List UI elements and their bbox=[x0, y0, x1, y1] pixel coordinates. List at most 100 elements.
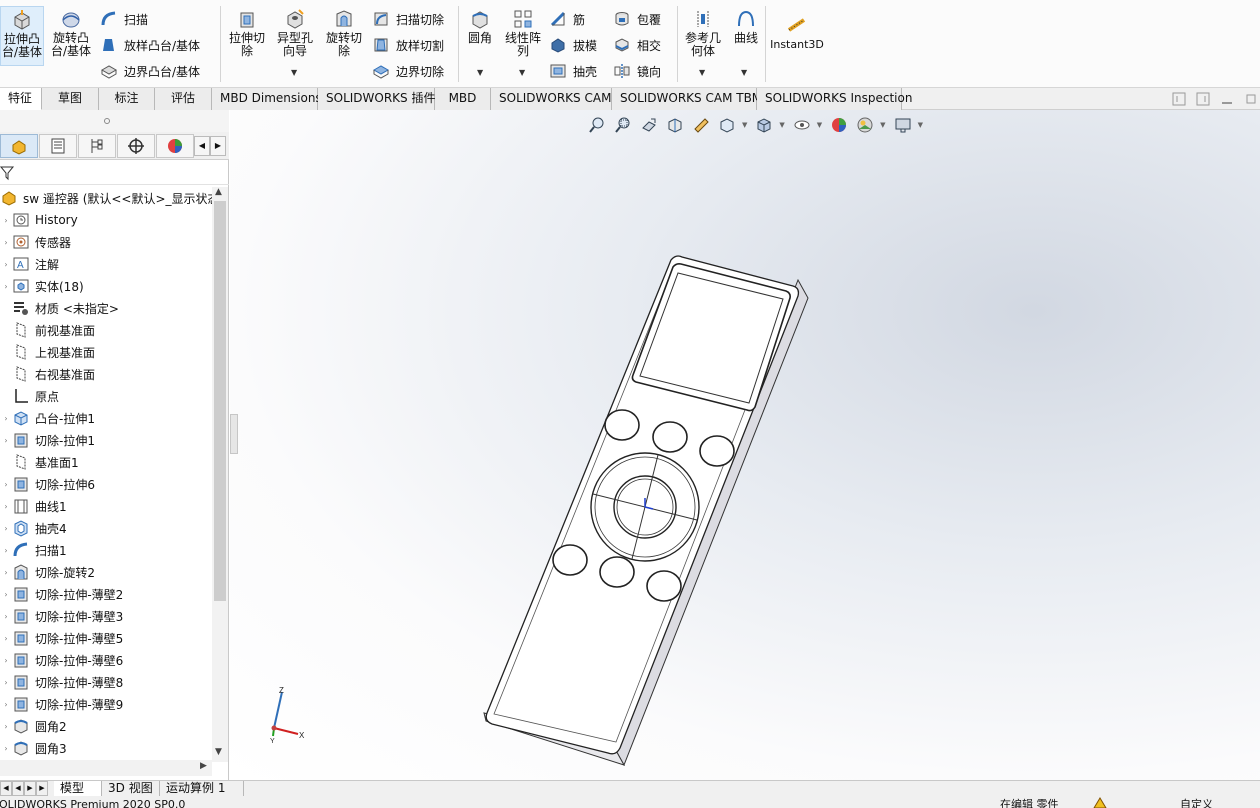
intersect-button[interactable]: 相交 bbox=[613, 34, 661, 56]
expand-arrow-icon[interactable]: › bbox=[0, 282, 12, 291]
expand-arrow-icon[interactable]: › bbox=[0, 744, 12, 753]
tab-scroll-left-icon[interactable]: ◀ bbox=[194, 136, 210, 156]
loft-boss-button[interactable]: 放样凸台/基体 bbox=[100, 34, 200, 56]
extrude-boss-button[interactable]: 拉伸凸 台/基体 bbox=[0, 6, 44, 66]
tree-item-cut-thin2[interactable]: › 切除-拉伸-薄壁2 bbox=[0, 583, 212, 605]
expand-arrow-icon[interactable]: › bbox=[0, 414, 12, 423]
nav-prev-icon[interactable]: ◀ bbox=[12, 781, 24, 796]
reference-geometry-button[interactable]: 参考几 何体 bbox=[681, 8, 725, 58]
tab-solidworks-cam[interactable]: SOLIDWORKS CAM bbox=[491, 88, 612, 110]
tree-horizontal-scrollbar[interactable]: ▶ bbox=[0, 760, 212, 776]
tab-features[interactable]: 特征 bbox=[0, 88, 42, 110]
tree-item-cut-thin9[interactable]: › 切除-拉伸-薄壁9 bbox=[0, 693, 212, 715]
panel-grip[interactable] bbox=[0, 110, 229, 132]
tab-markup[interactable]: 标注 bbox=[99, 88, 155, 110]
boundary-boss-button[interactable]: 边界凸台/基体 bbox=[100, 60, 200, 82]
tree-item-curve1[interactable]: › 曲线1 bbox=[0, 495, 212, 517]
button-top-left[interactable] bbox=[604, 409, 640, 441]
tree-item-right-plane[interactable]: 右视基准面 bbox=[0, 363, 212, 385]
fillet-button[interactable]: 圆角 bbox=[463, 8, 497, 45]
lofted-cut-button[interactable]: 放样切割 bbox=[372, 34, 444, 56]
tree-item-plane1[interactable]: 基准面1 bbox=[0, 451, 212, 473]
tab-solidworks-addins[interactable]: SOLIDWORKS 插件 bbox=[318, 88, 435, 110]
expand-arrow-icon[interactable]: › bbox=[0, 678, 12, 687]
tree-item-cut-thin6[interactable]: › 切除-拉伸-薄壁6 bbox=[0, 649, 212, 671]
scroll-down-icon[interactable]: ▼ bbox=[215, 747, 222, 757]
hole-wizard-dropdown-icon[interactable]: ▼ bbox=[291, 68, 297, 77]
curves-button[interactable]: 曲线 bbox=[729, 8, 763, 45]
rebuild-warning-icon[interactable] bbox=[1093, 797, 1107, 808]
tab-3d-views[interactable]: 3D 视图 bbox=[102, 781, 160, 797]
tree-item-top-plane[interactable]: 上视基准面 bbox=[0, 341, 212, 363]
boundary-cut-button[interactable]: 边界切除 bbox=[372, 60, 444, 82]
tab-configuration-manager[interactable] bbox=[78, 134, 116, 158]
shell-button[interactable]: 抽壳 bbox=[549, 60, 597, 82]
tab-display-manager[interactable] bbox=[156, 134, 194, 158]
mirror-button[interactable]: 镜向 bbox=[613, 60, 661, 82]
tree-vertical-scrollbar[interactable]: ▲ ▼ bbox=[212, 187, 228, 762]
tree-item-sweep1[interactable]: › 扫描1 bbox=[0, 539, 212, 561]
expand-arrow-icon[interactable]: › bbox=[0, 436, 12, 445]
expand-arrow-icon[interactable]: › bbox=[0, 634, 12, 643]
extrude-cut-button[interactable]: 拉伸切 除 bbox=[226, 8, 268, 58]
fillet-dropdown-icon[interactable]: ▼ bbox=[477, 68, 483, 77]
tab-mbd[interactable]: MBD bbox=[435, 88, 491, 110]
expand-arrow-icon[interactable]: › bbox=[0, 590, 12, 599]
tab-solidworks-inspection[interactable]: SOLIDWORKS Inspection bbox=[757, 88, 912, 110]
expand-arrow-icon[interactable]: › bbox=[0, 260, 12, 269]
expand-arrow-icon[interactable]: › bbox=[0, 546, 12, 555]
curves-dropdown-icon[interactable]: ▼ bbox=[741, 68, 747, 77]
tree-item-solid-bodies[interactable]: › 实体(18) bbox=[0, 275, 212, 297]
tree-root[interactable]: sw 遥控器 (默认<<默认>_显示状态 bbox=[0, 187, 212, 209]
expand-arrow-icon[interactable]: › bbox=[0, 502, 12, 511]
tree-item-history[interactable]: › History bbox=[0, 209, 212, 231]
sweep-button[interactable]: 扫描 bbox=[100, 8, 148, 30]
expand-arrow-icon[interactable]: › bbox=[0, 216, 12, 225]
tree-item-annotations[interactable]: › A 注解 bbox=[0, 253, 212, 275]
tree-item-material[interactable]: 材质 <未指定> bbox=[0, 297, 212, 319]
nav-last-icon[interactable]: ▶ bbox=[36, 781, 48, 796]
maximize-icon[interactable] bbox=[1244, 92, 1258, 106]
restore-left-icon[interactable] bbox=[1172, 92, 1186, 106]
scroll-up-icon[interactable]: ▲ bbox=[215, 187, 222, 197]
tree-item-fillet2[interactable]: › 圆角2 bbox=[0, 715, 212, 737]
button-top-right[interactable] bbox=[699, 435, 735, 467]
filter-icon[interactable] bbox=[0, 165, 16, 181]
wrap-button[interactable]: 包覆 bbox=[613, 8, 661, 30]
tree-item-fillet3[interactable]: › 圆角3 bbox=[0, 737, 212, 759]
nav-first-icon[interactable]: ◀ bbox=[0, 781, 12, 796]
expand-arrow-icon[interactable]: › bbox=[0, 612, 12, 621]
scrollbar-thumb[interactable] bbox=[214, 201, 226, 601]
tree-item-cut-thin8[interactable]: › 切除-拉伸-薄壁8 bbox=[0, 671, 212, 693]
rib-button[interactable]: 筋 bbox=[549, 8, 585, 30]
button-bottom-right[interactable] bbox=[646, 570, 682, 602]
instant3d-button[interactable]: Instant3D bbox=[769, 14, 825, 51]
scroll-right-icon[interactable]: ▶ bbox=[200, 761, 207, 771]
remote-control-model[interactable] bbox=[230, 110, 1260, 780]
reference-geometry-dropdown-icon[interactable]: ▼ bbox=[699, 68, 705, 77]
tab-sketch[interactable]: 草图 bbox=[42, 88, 99, 110]
draft-button[interactable]: 拔模 bbox=[549, 34, 597, 56]
tab-motion-study-1[interactable]: 运动算例 1 bbox=[160, 781, 244, 797]
tree-item-cut-extrude1[interactable]: › 切除-拉伸1 bbox=[0, 429, 212, 451]
tree-item-sensors[interactable]: › 传感器 bbox=[0, 231, 212, 253]
linear-pattern-button[interactable]: 线性阵 列 bbox=[502, 8, 544, 58]
expand-arrow-icon[interactable]: › bbox=[0, 524, 12, 533]
tree-item-boss-extrude1[interactable]: › 凸台-拉伸1 bbox=[0, 407, 212, 429]
hole-wizard-button[interactable]: 异型孔 向导 bbox=[274, 8, 316, 58]
button-bottom-middle[interactable] bbox=[599, 556, 635, 588]
expand-arrow-icon[interactable]: › bbox=[0, 700, 12, 709]
expand-arrow-icon[interactable]: › bbox=[0, 480, 12, 489]
tree-item-front-plane[interactable]: 前视基准面 bbox=[0, 319, 212, 341]
tab-feature-manager[interactable] bbox=[0, 134, 38, 158]
linear-pattern-dropdown-icon[interactable]: ▼ bbox=[519, 68, 525, 77]
tab-dimxpert-manager[interactable] bbox=[117, 134, 155, 158]
button-top-middle[interactable] bbox=[652, 421, 688, 453]
status-units[interactable]: 自定义 bbox=[1180, 798, 1213, 808]
nav-next-icon[interactable]: ▶ bbox=[24, 781, 36, 796]
graphics-area[interactable]: ▼ ▼ ▼ ▼ ▼ Z X Y bbox=[230, 110, 1260, 780]
expand-arrow-icon[interactable]: › bbox=[0, 722, 12, 731]
tab-mbd-dimensions[interactable]: MBD Dimensions bbox=[212, 88, 322, 110]
revolve-cut-button[interactable]: 旋转切 除 bbox=[323, 8, 365, 58]
swept-cut-button[interactable]: 扫描切除 bbox=[372, 8, 444, 30]
